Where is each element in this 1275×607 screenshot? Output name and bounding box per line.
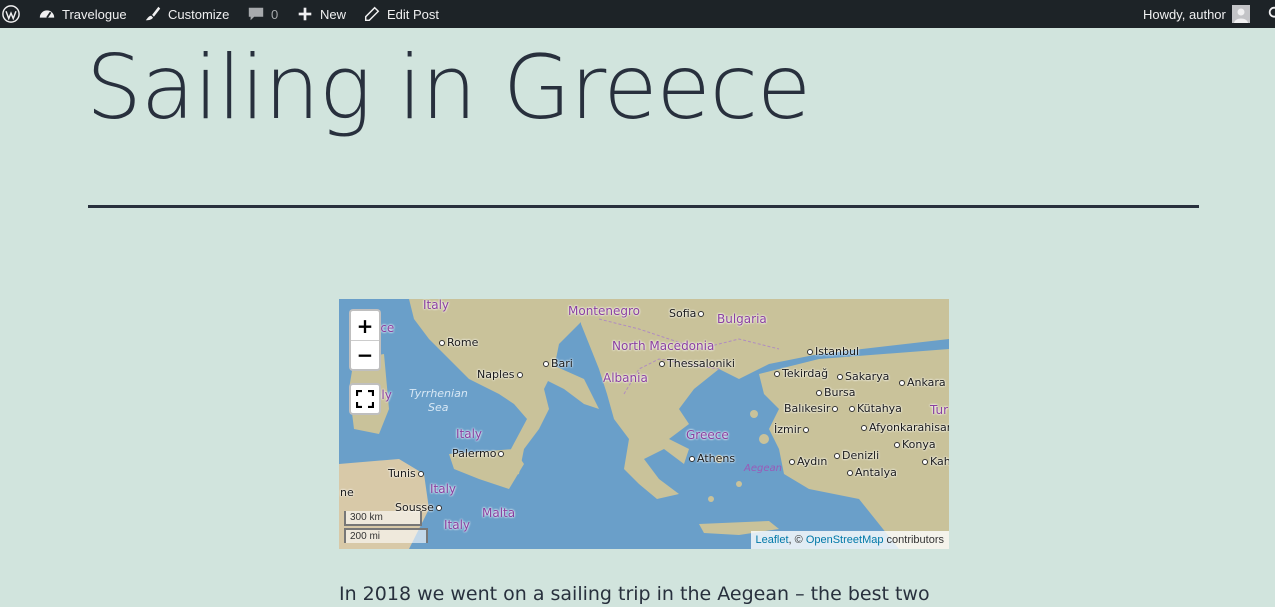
my-account-menu[interactable]: Howdy, author	[1143, 0, 1250, 28]
avatar	[1231, 5, 1250, 23]
title-separator	[88, 205, 1199, 208]
wordpress-logo-icon	[2, 5, 20, 23]
map-label-rome: Rome	[439, 336, 478, 349]
howdy-label: Howdy, author	[1143, 6, 1226, 22]
comment-icon	[248, 7, 264, 21]
scale-mi: 200 mi	[344, 528, 428, 543]
map-label-kahra: Kahra	[922, 455, 949, 468]
map-label-sakarya: Sakarya	[837, 370, 889, 383]
search-icon	[1268, 6, 1275, 18]
map-label-naples: Naples	[477, 368, 523, 381]
zoom-control: + −	[349, 309, 381, 371]
map-label-tunis: Tunis	[388, 467, 424, 480]
customize-link[interactable]: Customize	[144, 0, 229, 28]
map-label-sofia: Sofia	[669, 307, 704, 320]
map-label-albania: Albania	[603, 371, 648, 385]
map-label-konya: Konya	[894, 438, 936, 451]
map-label-aydin: Aydın	[789, 455, 827, 468]
map-label-thessaloniki: Thessaloniki	[659, 357, 735, 370]
scale-km: 300 km	[344, 511, 422, 526]
leaflet-map[interactable]: Italy Montenegro Sofia Bulgaria ice Rome…	[339, 299, 949, 549]
map-label-italy-top: Italy	[423, 299, 450, 312]
map-label-greece: Greece	[686, 428, 729, 442]
map-label-tur: Tur	[930, 403, 949, 417]
zoom-in-button[interactable]: +	[351, 311, 379, 340]
map-label-bursa: Bursa	[816, 386, 856, 399]
brush-icon	[145, 6, 161, 21]
new-content-menu[interactable]: New	[296, 0, 346, 28]
dashboard-icon	[39, 10, 55, 19]
plus-icon	[298, 7, 312, 21]
map-label-tyrrhenian: Tyrrhenian	[409, 387, 468, 400]
post-title: Sailing in Greece	[86, 36, 811, 139]
map-attribution: Leaflet , © OpenStreetMap contributors	[750, 531, 949, 549]
map-label-palermo: Palermo	[452, 447, 504, 460]
site-name-menu[interactable]: Travelogue	[38, 0, 127, 28]
attribution-separator: , ©	[788, 534, 806, 546]
wp-logo-menu[interactable]	[2, 0, 20, 28]
map-label-istanbul: Istanbul	[807, 345, 859, 358]
map-label-north-macedonia: North Macedonia	[612, 339, 715, 353]
comments-count: 0	[271, 6, 279, 22]
map-label-bulgaria: Bulgaria	[717, 312, 767, 326]
map-label-montenegro: Montenegro	[568, 304, 641, 318]
fullscreen-button[interactable]	[349, 383, 381, 415]
map-label-balikesir: Balıkesir	[784, 402, 838, 415]
openstreetmap-link[interactable]: OpenStreetMap	[806, 534, 884, 546]
map-label-denizli: Denizli	[834, 449, 879, 462]
customize-label: Customize	[168, 6, 230, 22]
edit-post-link[interactable]: Edit Post	[363, 0, 439, 28]
pencil-icon	[364, 6, 380, 22]
map-label-aegean: Aegean	[744, 463, 782, 474]
map-label-italy-mid: Italy	[456, 427, 483, 441]
attribution-suffix: contributors	[883, 534, 944, 546]
map-label-kutahya: Kütahya	[849, 402, 902, 415]
map-label-ne: ne	[340, 486, 354, 499]
new-label: New	[320, 6, 347, 22]
edit-post-label: Edit Post	[387, 6, 440, 22]
map-label-tekirdag: Tekirdağ	[774, 367, 828, 380]
map-label-athens: Athens	[689, 452, 735, 465]
leaflet-link[interactable]: Leaflet	[756, 534, 789, 546]
map-label-afyon: Afyonkarahisar	[861, 421, 949, 434]
map-label-antalya: Antalya	[847, 466, 897, 479]
map-label-sea: Sea	[428, 401, 449, 414]
map-label-bari: Bari	[543, 357, 573, 370]
zoom-out-button[interactable]: −	[351, 340, 379, 369]
search-toggle[interactable]	[1267, 0, 1275, 28]
post-intro-paragraph: In 2018 we went on a sailing trip in the…	[339, 583, 930, 605]
site-name-label: Travelogue	[62, 6, 127, 22]
map-label-ankara: Ankara	[899, 376, 946, 389]
map-label-malta: Malta	[482, 506, 516, 520]
map-label-izmir: İzmir	[774, 423, 809, 436]
map-label-italy-low: Italy	[430, 482, 457, 496]
map-label-italy-bottom: Italy	[444, 518, 471, 532]
admin-bar: Travelogue Customize 0 New Edit Post How…	[0, 0, 1275, 28]
fullscreen-icon	[356, 390, 374, 408]
comments-link[interactable]: 0	[247, 0, 278, 28]
